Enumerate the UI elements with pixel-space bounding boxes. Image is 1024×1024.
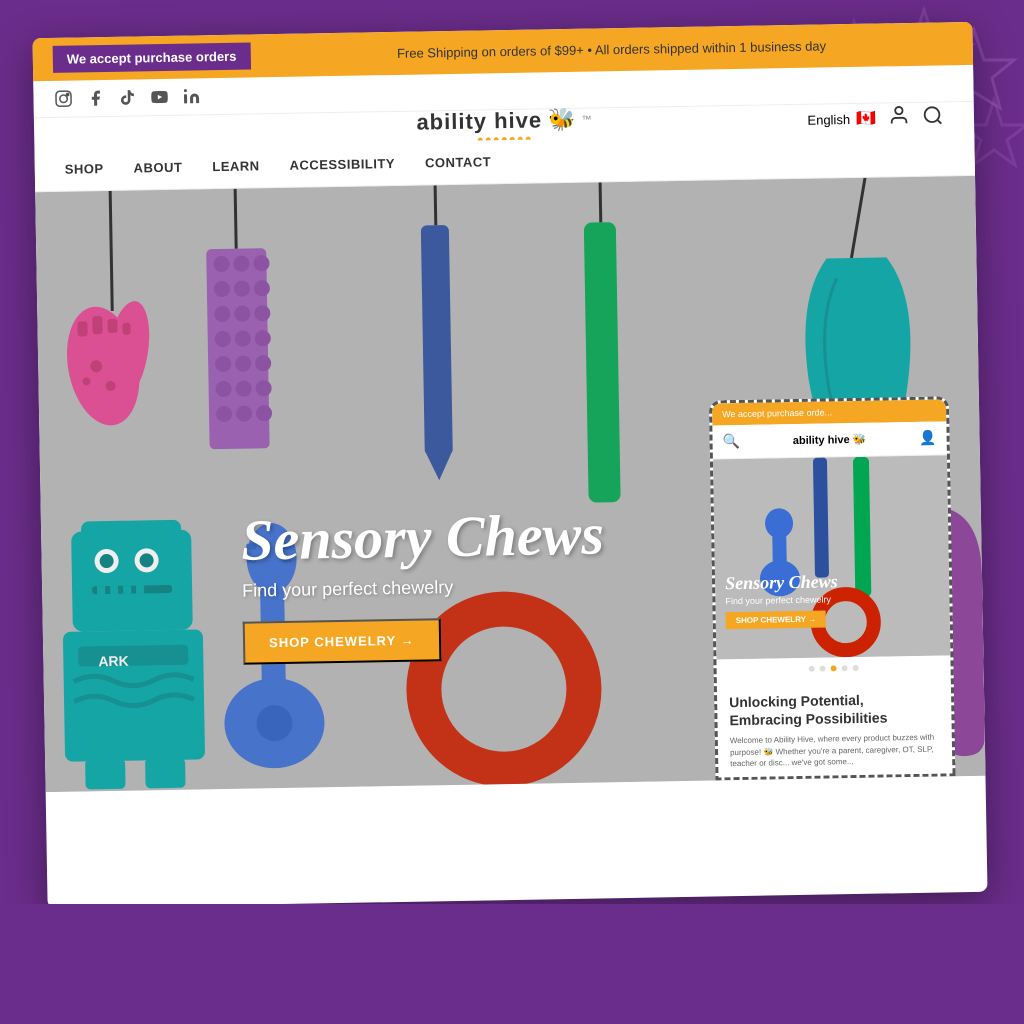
carousel-dot-4[interactable] (842, 665, 848, 671)
mobile-account-icon[interactable]: 👤 (919, 430, 937, 447)
carousel-dot-3[interactable] (831, 665, 837, 671)
nav-about[interactable]: ABOUT (133, 160, 182, 176)
carousel-dot-1[interactable] (809, 666, 815, 672)
announcement-left-text: We accept purchase orders (53, 42, 251, 72)
nav-contact[interactable]: CONTACT (425, 154, 491, 170)
mobile-shop-button[interactable]: SHOP CHEWELRY → (726, 611, 827, 630)
search-icon[interactable] (922, 104, 944, 131)
nav-links: SHOP ABOUT LEARN ACCESSIBILITY CONTACT (64, 140, 491, 190)
mobile-preview: We accept purchase orde... 🔍 ability hiv… (709, 396, 956, 780)
account-icon[interactable] (888, 104, 910, 132)
carousel-dot-5[interactable] (853, 665, 859, 671)
mobile-content-title: Unlocking Potential, Embracing Possibili… (729, 690, 940, 730)
mobile-nav: 🔍 ability hive 🐝 👤 (712, 421, 947, 459)
mobile-hero-subtitle: Find your perfect chewelry (725, 594, 838, 606)
hero-content: Sensory Chews Find your perfect chewelry… (241, 502, 606, 664)
hero-section: ARK Sensory C (35, 176, 985, 792)
bottom-purple-area (0, 904, 1024, 1024)
nav-shop[interactable]: SHOP (65, 161, 104, 177)
language-selector[interactable]: English 🇨🇦 (807, 109, 876, 130)
announcement-center-text: Free Shipping on orders of $99+ • All or… (270, 36, 953, 63)
nav-accessibility[interactable]: ACCESSIBILITY (289, 156, 395, 173)
canadian-flag-icon: 🇨🇦 (856, 109, 876, 129)
nav-learn[interactable]: LEARN (212, 158, 260, 174)
mobile-content-text: Welcome to Ability Hive, where every pro… (730, 732, 941, 769)
language-label: English (807, 112, 850, 128)
shop-chewelry-button[interactable]: SHOP CHEWELRY → (243, 618, 441, 664)
mobile-hero: Sensory Chews Find your perfect chewelry… (713, 455, 950, 659)
mobile-hero-text: Sensory Chews Find your perfect chewelry… (725, 571, 838, 629)
linkedin-icon[interactable] (181, 86, 201, 106)
facebook-icon[interactable] (85, 88, 105, 108)
carousel-dot-2[interactable] (820, 666, 826, 672)
youtube-icon[interactable] (149, 87, 169, 107)
hero-title: Sensory Chews (241, 502, 605, 572)
mobile-logo: ability hive 🐝 (793, 433, 867, 447)
mobile-search-icon[interactable]: 🔍 (722, 433, 740, 450)
logo-text: ability hive (416, 107, 542, 135)
bee-icon: 🐝 (548, 107, 576, 133)
instagram-icon[interactable] (53, 89, 73, 109)
mobile-content-section: Unlocking Potential, Embracing Possibili… (717, 677, 953, 780)
browser-window: We accept purchase orders Free Shipping … (32, 22, 987, 908)
hero-subtitle: Find your perfect chewelry (242, 574, 605, 601)
trademark-symbol: ™ (581, 114, 591, 125)
mobile-hero-title: Sensory Chews (725, 571, 838, 594)
header-right: English 🇨🇦 (807, 103, 944, 133)
tiktok-icon[interactable] (117, 87, 137, 107)
